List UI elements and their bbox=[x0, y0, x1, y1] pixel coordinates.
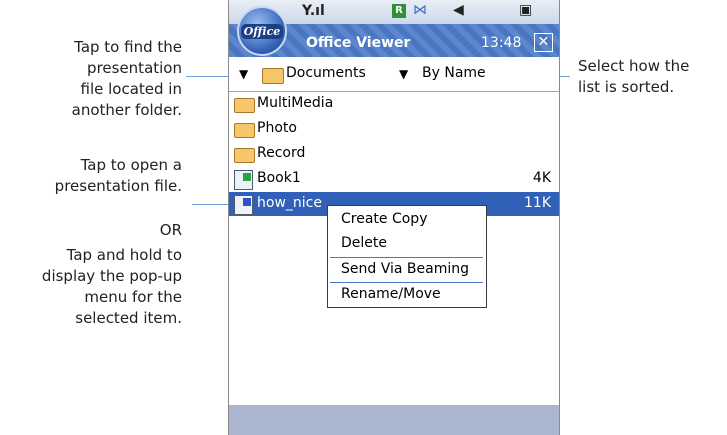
menu-send-via-beaming[interactable]: Send Via Beaming bbox=[341, 261, 469, 277]
signal-icon: Y.ıl bbox=[302, 3, 325, 19]
callout-find-folder: Tap to find the presentation file locate… bbox=[71, 38, 182, 119]
speaker-icon: ◀ bbox=[453, 2, 464, 18]
sort-selector[interactable]: By Name bbox=[422, 65, 486, 81]
office-logo[interactable]: Office bbox=[237, 6, 287, 56]
logo-text: Office bbox=[240, 23, 284, 39]
callout-sort: Select how the list is sorted. bbox=[578, 57, 690, 96]
presentation-file-icon bbox=[234, 195, 253, 215]
menu-rename-move[interactable]: Rename/Move bbox=[341, 286, 441, 302]
folder-dropdown-arrow-icon[interactable]: ▼ bbox=[239, 67, 248, 81]
menu-separator bbox=[330, 282, 483, 283]
clock: 13:48 bbox=[481, 35, 522, 51]
menu-separator bbox=[330, 257, 483, 258]
callout-tap-hold: Tap and hold to display the pop-up menu … bbox=[41, 246, 182, 327]
list-item[interactable]: Book1 4K bbox=[229, 167, 559, 191]
sort-dropdown-arrow-icon[interactable]: ▼ bbox=[399, 67, 408, 81]
list-item[interactable]: Record bbox=[229, 142, 559, 166]
folder-icon bbox=[234, 123, 255, 138]
toolbar: ▼ Documents ▼ By Name bbox=[229, 57, 559, 92]
close-icon[interactable]: ✕ bbox=[534, 33, 553, 52]
menu-delete[interactable]: Delete bbox=[341, 235, 387, 251]
folder-selector[interactable]: Documents bbox=[286, 65, 366, 81]
folder-icon bbox=[234, 98, 255, 113]
callout-or: OR bbox=[159, 221, 182, 239]
battery-icon: ▣ bbox=[519, 2, 533, 18]
excel-file-icon bbox=[234, 170, 253, 190]
bottom-bar bbox=[229, 405, 559, 435]
folder-icon bbox=[234, 148, 255, 163]
vibrate-icon: ⋈ bbox=[413, 2, 427, 18]
popup-menu: Create Copy Delete Send Via Beaming Rena… bbox=[327, 205, 487, 308]
roaming-icon: R bbox=[392, 4, 406, 18]
menu-create-copy[interactable]: Create Copy bbox=[341, 211, 427, 227]
app-title: Office Viewer bbox=[306, 35, 411, 51]
folder-icon[interactable] bbox=[262, 68, 284, 84]
list-item[interactable]: Photo bbox=[229, 117, 559, 141]
list-item[interactable]: MultiMedia bbox=[229, 92, 559, 116]
callout-open-file: Tap to open a presentation file. bbox=[54, 156, 182, 195]
